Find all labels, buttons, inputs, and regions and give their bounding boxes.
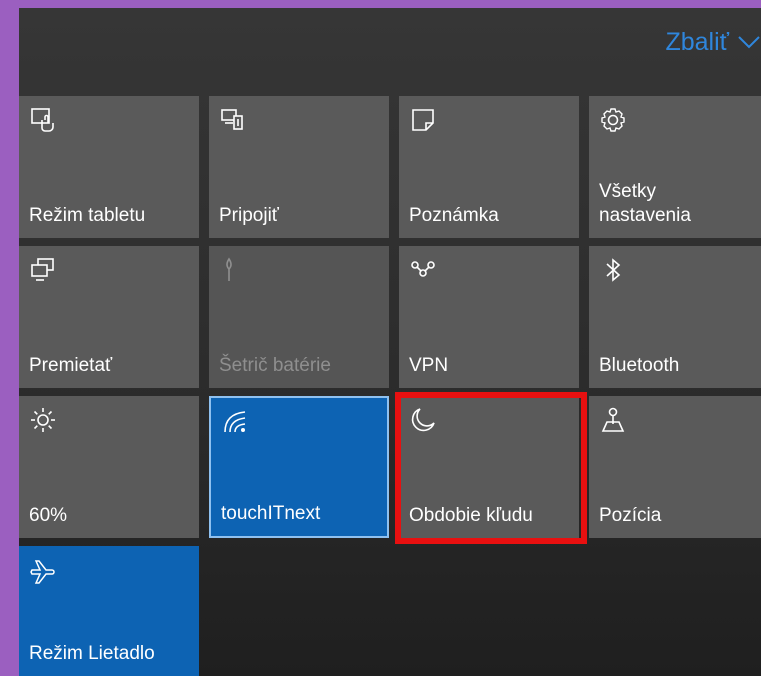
tile-label: Poznámka	[409, 205, 499, 226]
battery-saver-icon	[219, 256, 249, 286]
brightness-icon	[29, 406, 59, 436]
quick-actions-grid: Režim tabletu Pripojiť Poznámka Všetky n…	[19, 96, 761, 676]
wifi-icon	[221, 408, 251, 438]
tile-label: Bluetooth	[599, 355, 680, 376]
vpn-icon	[409, 256, 439, 286]
bluetooth-icon	[599, 256, 629, 286]
gear-icon	[599, 106, 629, 136]
chevron-down-icon	[738, 36, 760, 49]
tile-label: VPN	[409, 355, 449, 376]
tile-vpn[interactable]: VPN	[399, 246, 579, 388]
tile-label: Režim tabletu	[29, 205, 146, 226]
tile-label: Obdobie kľudu	[409, 505, 533, 526]
tile-project[interactable]: Premietať	[19, 246, 199, 388]
collapse-button[interactable]: Zbaliť	[665, 20, 761, 64]
tile-tablet-mode[interactable]: Režim tabletu	[19, 96, 199, 238]
tile-label: Pripojiť	[219, 205, 279, 226]
tile-quiet-hours[interactable]: Obdobie kľudu	[399, 396, 579, 538]
tile-label: Pozícia	[599, 505, 662, 526]
project-icon	[29, 256, 59, 286]
airplane-icon	[29, 556, 59, 586]
tile-location[interactable]: Pozícia	[589, 396, 761, 538]
tile-label: Režim Lietadlo	[29, 643, 155, 664]
tile-bluetooth[interactable]: Bluetooth	[589, 246, 761, 388]
tile-label: Všetky nastavenia	[599, 181, 691, 226]
action-center-panel: Zbaliť Režim tabletu Pripojiť Poznámka V…	[19, 8, 761, 676]
tile-battery-saver[interactable]: Šetrič batérie	[209, 246, 389, 388]
tile-connect[interactable]: Pripojiť	[209, 96, 389, 238]
connect-icon	[219, 106, 249, 136]
tablet-mode-icon	[29, 106, 59, 136]
tile-label: Premietať	[29, 355, 113, 376]
moon-icon	[409, 406, 439, 436]
tile-note[interactable]: Poznámka	[399, 96, 579, 238]
tile-wifi[interactable]: touchITnext	[209, 396, 389, 538]
collapse-label: Zbaliť	[665, 27, 729, 56]
tile-label: 60%	[29, 505, 68, 526]
action-center-header: Zbaliť	[19, 8, 761, 88]
tile-airplane-mode[interactable]: Režim Lietadlo	[19, 546, 199, 676]
tile-label: touchITnext	[221, 503, 321, 524]
tile-label: Šetrič batérie	[219, 355, 331, 376]
location-icon	[599, 406, 629, 436]
note-icon	[409, 106, 439, 136]
tile-brightness[interactable]: 60%	[19, 396, 199, 538]
tile-all-settings[interactable]: Všetky nastavenia	[589, 96, 761, 238]
